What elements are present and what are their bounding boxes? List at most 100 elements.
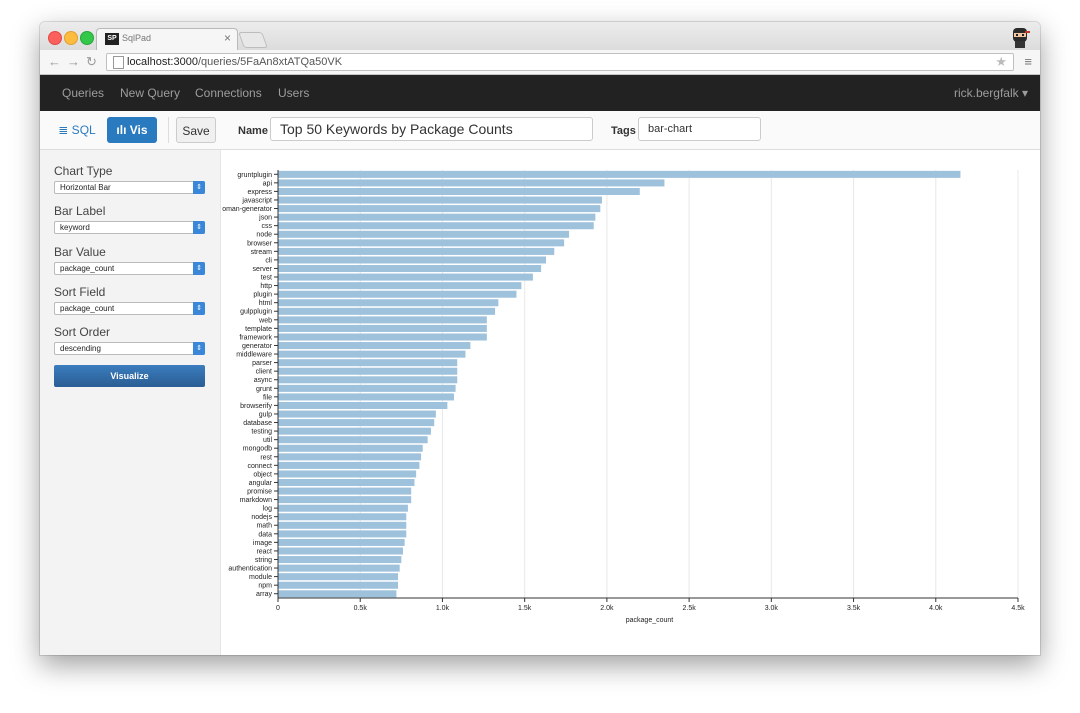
y-tick-label: web [258,317,272,324]
nav-link-new-query[interactable]: New Query [120,86,180,100]
toolbar-divider [168,117,169,143]
x-tick-label: 1.5k [518,605,532,612]
back-arrow-icon[interactable]: ← [48,54,61,69]
y-tick-label: module [249,574,272,581]
sort-order-label: Sort Order [54,325,111,339]
y-tick-label: util [263,437,272,444]
vis-tab-button[interactable]: ılı Vis [107,117,157,143]
y-tick-label: angular [249,480,273,487]
y-tick-label: data [258,531,272,538]
bar-stream [278,247,555,255]
y-tick-label: async [254,377,273,384]
bar-mongodb [278,444,423,452]
bar-node [278,230,570,238]
sql-tab-button[interactable]: ≣ SQL [52,117,102,143]
y-tick-label: gulp [259,411,272,418]
bar-label-select[interactable]: keyword ⇕ [54,221,205,234]
query-name-input[interactable]: Top 50 Keywords by Package Counts [270,117,593,141]
bar-gulpplugin [278,307,496,315]
page-icon [113,56,124,69]
bar-browser [278,239,565,247]
y-tick-label: authentication [228,566,272,573]
bar-css [278,222,594,230]
y-tick-label: client [256,369,272,376]
nav-link-connections[interactable]: Connections [195,86,262,100]
bar-string [278,556,402,564]
url-field[interactable]: localhost:3000/queries/5FaAn8xtATQa50VK … [106,53,1014,71]
tab-title: SqlPad [122,33,152,43]
bar-browserify [278,401,448,409]
select-arrows-icon: ⇕ [193,181,205,194]
bar-oman-generator [278,205,601,213]
y-tick-label: oman-generator [222,206,272,213]
browser-menu-icon[interactable]: ≡ [1024,54,1032,69]
x-tick-label: 4.0k [929,605,943,612]
bar-framework [278,333,487,341]
bar-value-label: Bar Value [54,245,106,259]
nav-link-queries[interactable]: Queries [62,86,104,100]
y-tick-label: object [253,471,272,478]
save-button[interactable]: Save [176,117,216,143]
x-axis-label: package_count [626,617,674,624]
sqlpad-favicon-icon: SP [105,33,119,45]
tags-input[interactable]: bar-chart [638,117,761,141]
bar-test [278,273,533,281]
bar-math [278,521,407,529]
bar-generator [278,342,471,350]
url-host: localhost:3000 [127,56,198,68]
y-tick-label: log [263,506,272,513]
maximize-window-button[interactable] [80,31,94,45]
bar-gulp [278,410,436,418]
chart-type-select[interactable]: Horizontal Bar ⇕ [54,181,205,194]
y-tick-label: markdown [240,497,272,504]
x-tick-label: 4.5k [1011,605,1025,612]
y-tick-label: nodejs [251,514,272,521]
select-arrows-icon: ⇕ [193,342,205,355]
y-tick-label: npm [258,583,272,590]
nav-link-users[interactable]: Users [278,86,309,100]
y-tick-label: gruntplugin [237,172,272,179]
close-window-button[interactable] [48,31,62,45]
bar-database [278,419,435,427]
bar-async [278,376,458,384]
bar-html [278,299,499,307]
x-tick-label: 2.0k [600,605,614,612]
y-tick-label: mongodb [243,446,272,453]
y-tick-label: file [263,394,272,401]
tab-close-icon[interactable]: × [224,31,231,45]
bookmark-star-icon[interactable]: ★ [995,54,1007,70]
y-tick-label: test [261,275,272,282]
ninja-avatar-icon[interactable] [1010,26,1030,48]
bar-util [278,436,428,444]
bar-promise [278,487,412,495]
bar-web [278,316,487,324]
y-tick-label: javascript [241,197,272,204]
y-tick-label: stream [251,249,273,256]
chart-settings-sidebar: Chart Type Horizontal Bar ⇕ Bar Label key… [40,150,221,655]
bar-value-select[interactable]: package_count ⇕ [54,262,205,275]
bar-npm [278,581,399,589]
address-bar: ← → ↻ localhost:3000/queries/5FaAn8xtATQ… [40,50,1040,75]
y-tick-label: image [253,540,272,547]
forward-arrow-icon[interactable]: → [67,54,80,69]
url-path: /queries/5FaAn8xtATQa50VK [197,56,343,68]
browser-tab[interactable]: SP SqlPad × [96,28,238,51]
minimize-window-button[interactable] [64,31,78,45]
user-menu[interactable]: rick.bergfalk ▾ [954,86,1028,100]
bar-testing [278,427,431,435]
new-tab-button[interactable] [238,32,268,48]
y-tick-label: string [255,557,272,564]
y-tick-label: node [256,232,272,239]
sort-order-value: descending [60,344,101,353]
bar-image [278,538,405,546]
y-tick-label: json [258,215,272,222]
reload-icon[interactable]: ↻ [86,54,97,70]
sort-order-select[interactable]: descending ⇕ [54,342,205,355]
y-tick-label: plugin [253,292,272,299]
sort-field-select[interactable]: package_count ⇕ [54,302,205,315]
bar-rest [278,453,422,461]
y-tick-label: generator [242,343,273,350]
visualize-button[interactable]: Visualize [54,365,205,387]
bar-module [278,573,399,581]
y-tick-label: rest [260,454,272,461]
